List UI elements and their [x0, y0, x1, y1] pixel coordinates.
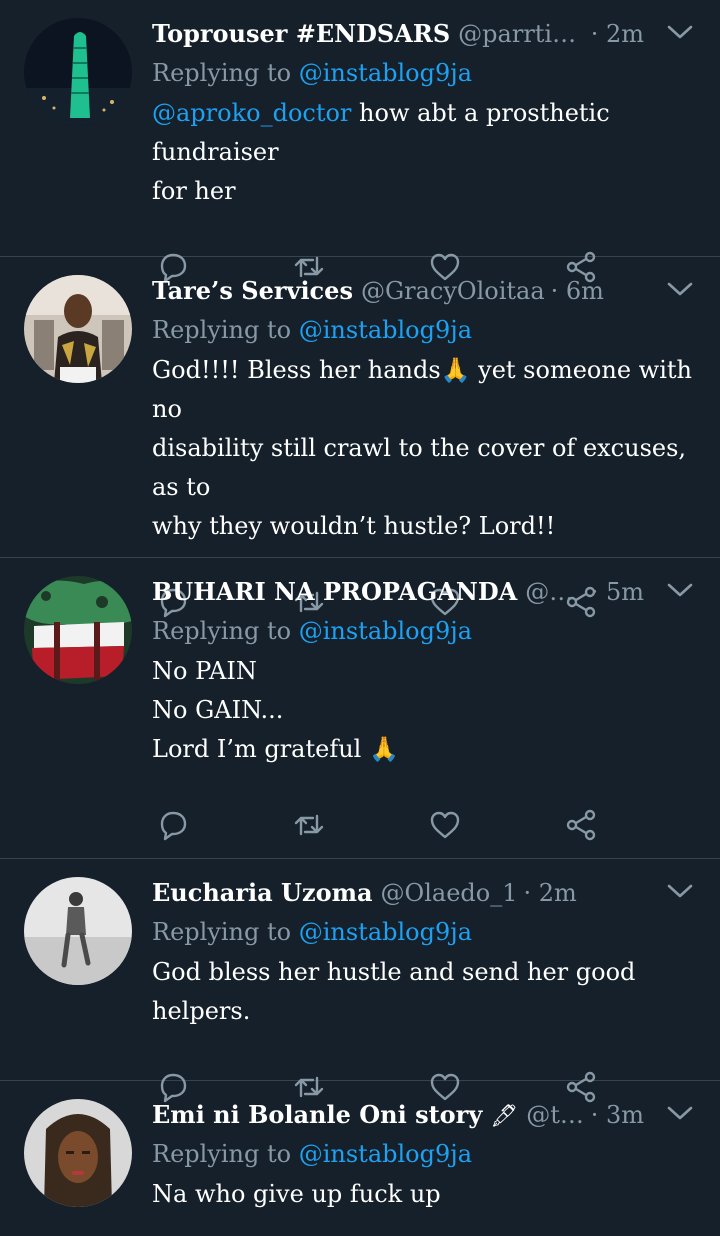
- avatar[interactable]: [24, 1099, 132, 1207]
- retweet-icon: [294, 814, 324, 836]
- display-name[interactable]: Toprouser #ENDSARS: [152, 14, 450, 54]
- display-name[interactable]: BUHARI NA PROPAGANDA: [152, 572, 517, 612]
- timestamp: · 2m: [590, 20, 644, 48]
- replying-to: Replying to @instablog9ja: [152, 311, 700, 349]
- replying-label: Replying to: [152, 316, 292, 344]
- tweet-text: God!!!! Bless her hands🙏 yet someone wit…: [152, 356, 692, 540]
- replying-to-handle[interactable]: @instablog9ja: [299, 316, 472, 344]
- user-handle[interactable]: @GracyOloitaa: [361, 271, 545, 311]
- timestamp: · 2m: [523, 879, 577, 907]
- like-button[interactable]: [428, 805, 564, 845]
- avatar[interactable]: [24, 877, 132, 985]
- tweet[interactable]: Emi ni Bolanle Oni story 🖋 @tyewool... ·…: [0, 1081, 720, 1236]
- heart-icon: [430, 811, 460, 839]
- tweet-header: Emi ni Bolanle Oni story 🖋 @tyewool... ·…: [152, 1095, 700, 1135]
- tweet[interactable]: BUHARI NA PROPAGANDA @Legitkalu... · 5m …: [0, 558, 720, 859]
- tweet-text: @aproko_doctor how abt a prosthetic fund…: [152, 94, 700, 211]
- replying-to-handle[interactable]: @instablog9ja: [299, 617, 472, 645]
- chevron-down-icon[interactable]: [666, 279, 694, 299]
- replying-to-handle[interactable]: @instablog9ja: [299, 918, 472, 946]
- avatar[interactable]: [24, 18, 132, 126]
- tweet-text: Na who give up fuck up: [152, 1180, 441, 1208]
- user-handle[interactable]: @tyewool...: [526, 1095, 585, 1135]
- tweet-header: Toprouser #ENDSARS @parrticulars · 2m: [152, 14, 700, 54]
- replying-label: Replying to: [152, 617, 292, 645]
- tweet-header: BUHARI NA PROPAGANDA @Legitkalu... · 5m: [152, 572, 700, 612]
- avatar[interactable]: [24, 576, 132, 684]
- replying-to-handle[interactable]: @instablog9ja: [299, 1140, 472, 1168]
- chevron-down-icon[interactable]: [666, 22, 694, 42]
- share-button[interactable]: [564, 805, 700, 845]
- tweet-text: No PAIN No GAIN... Lord I’m grateful 🙏: [152, 657, 399, 763]
- user-handle[interactable]: @Olaedo_1: [381, 873, 518, 913]
- tweet-text: God bless her hustle and send her good h…: [152, 958, 636, 1025]
- chevron-down-icon[interactable]: [666, 580, 694, 600]
- pen-emoji: 🖋: [490, 1104, 519, 1129]
- tweet[interactable]: Eucharia Uzoma @Olaedo_1 · 2m Replying t…: [0, 859, 720, 1103]
- mention-link[interactable]: @aproko_doctor: [152, 99, 351, 127]
- reply-icon: [160, 811, 187, 841]
- display-name[interactable]: Eucharia Uzoma: [152, 873, 373, 913]
- timestamp: · 6m: [550, 277, 604, 305]
- share-icon: [566, 809, 596, 841]
- reply-button[interactable]: [156, 805, 292, 845]
- chevron-down-icon[interactable]: [666, 881, 694, 901]
- timestamp: · 3m: [590, 1101, 644, 1129]
- avatar[interactable]: [24, 275, 132, 383]
- display-name[interactable]: Emi ni Bolanle Oni story: [152, 1095, 482, 1135]
- replying-label: Replying to: [152, 59, 292, 87]
- timestamp: · 5m: [590, 578, 644, 606]
- retweet-button[interactable]: [292, 805, 428, 845]
- replying-to: Replying to @instablog9ja: [152, 54, 700, 92]
- replying-to: Replying to @instablog9ja: [152, 913, 700, 951]
- chevron-down-icon[interactable]: [666, 1103, 694, 1123]
- replying-label: Replying to: [152, 1140, 292, 1168]
- replying-to-handle[interactable]: @instablog9ja: [299, 59, 472, 87]
- display-name[interactable]: Tare’s Services: [152, 271, 353, 311]
- user-handle[interactable]: @Legitkalu...: [525, 572, 584, 612]
- tweet[interactable]: Tare’s Services @GracyOloitaa · 6m Reply…: [0, 257, 720, 618]
- replying-to: Replying to @instablog9ja: [152, 612, 700, 650]
- user-handle[interactable]: @parrticulars: [458, 14, 585, 54]
- tweet[interactable]: Toprouser #ENDSARS @parrticulars · 2m Re…: [0, 0, 720, 283]
- tweet-header: Tare’s Services @GracyOloitaa · 6m: [152, 271, 700, 311]
- replying-label: Replying to: [152, 918, 292, 946]
- tweet-header: Eucharia Uzoma @Olaedo_1 · 2m: [152, 873, 700, 913]
- replying-to: Replying to @instablog9ja: [152, 1135, 700, 1173]
